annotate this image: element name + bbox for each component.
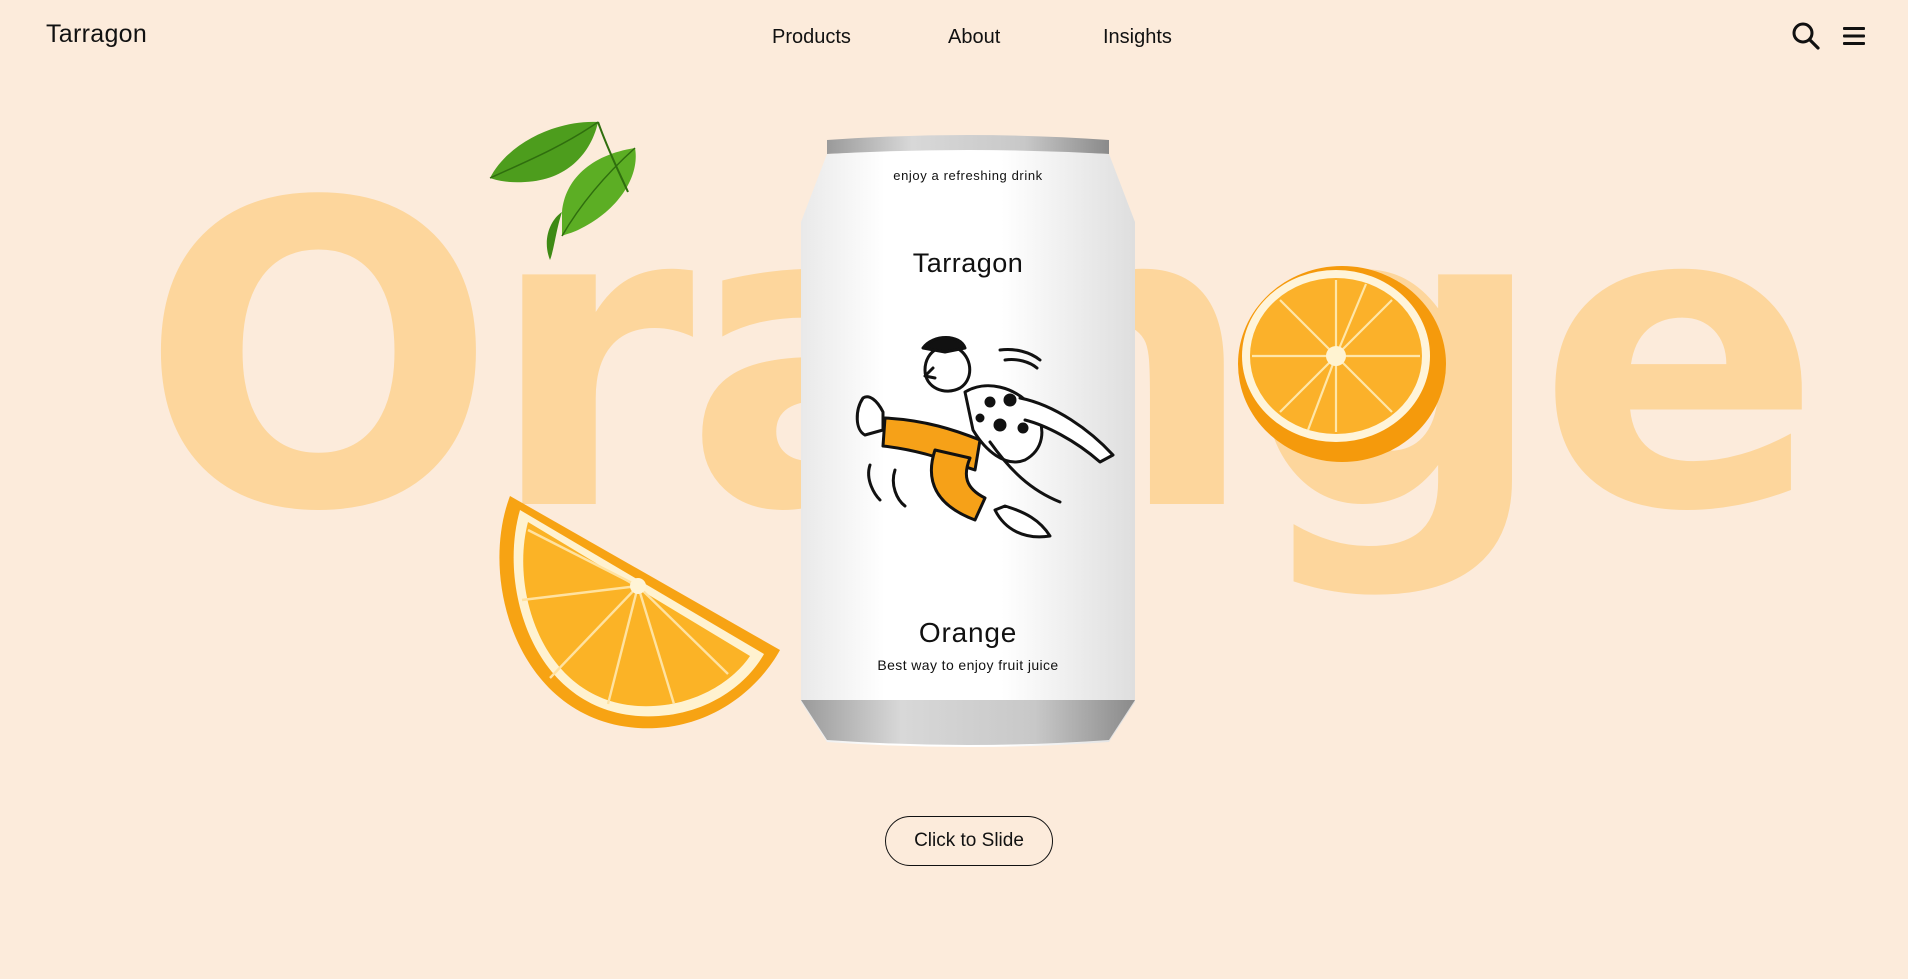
nav-insights[interactable]: Insights xyxy=(1103,26,1172,49)
brand-logo[interactable]: Tarragon xyxy=(46,20,147,49)
click-to-slide-button[interactable]: Click to Slide xyxy=(885,816,1053,866)
illustration-figure xyxy=(855,336,1115,539)
menu-icon[interactable] xyxy=(1838,20,1870,52)
orange-half-image xyxy=(1238,266,1446,462)
nav-about[interactable]: About xyxy=(948,26,1000,49)
can-description: Best way to enjoy fruit juice xyxy=(877,657,1059,673)
page: Tarragon Products About Insights Orange xyxy=(0,0,1908,979)
can-brand: Tarragon xyxy=(912,248,1024,278)
nav-products[interactable]: Products xyxy=(772,26,851,49)
can-tagline: enjoy a refreshing drink xyxy=(893,168,1043,183)
leaf-image xyxy=(489,121,636,260)
orange-wedge-image xyxy=(499,496,780,729)
search-icon[interactable] xyxy=(1790,20,1822,52)
can-flavor: Orange xyxy=(918,617,1018,648)
